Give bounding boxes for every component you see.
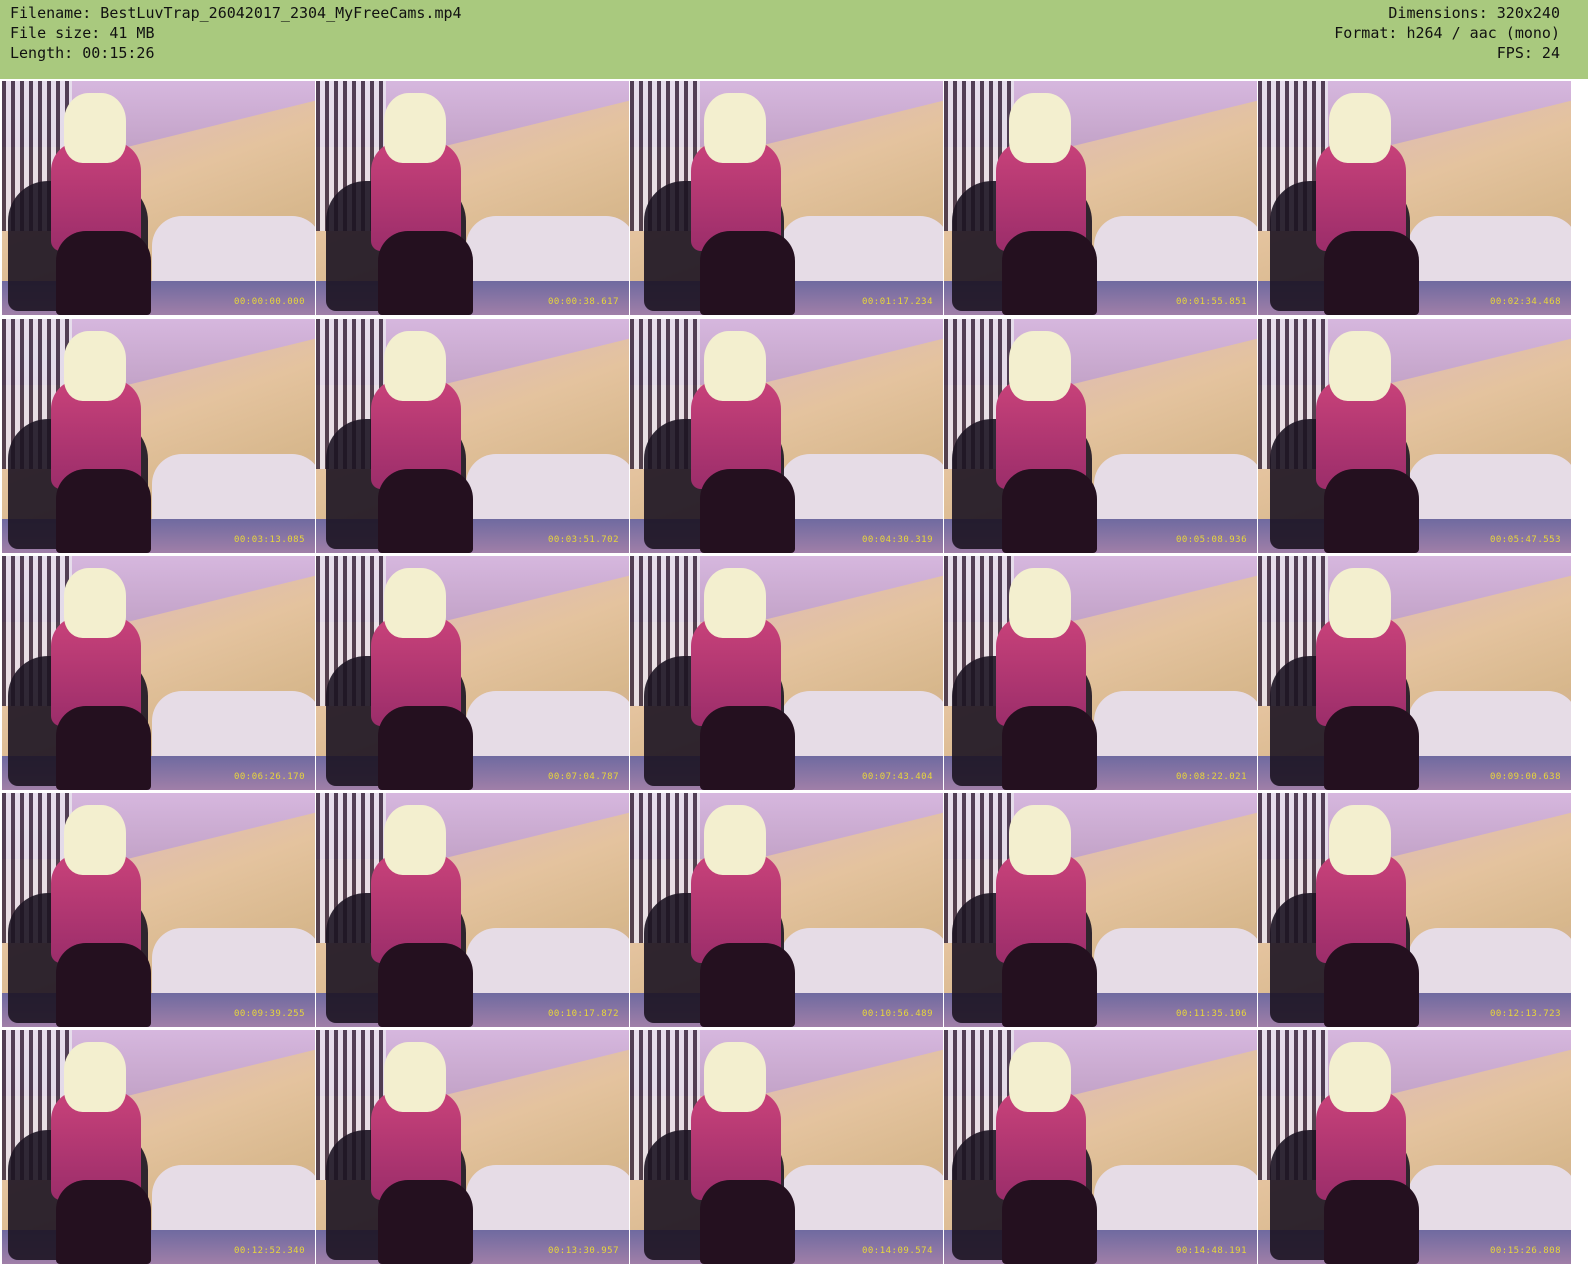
video-thumbnail: 00:06:26.170: [2, 556, 315, 790]
video-thumbnail: 00:09:39.255: [2, 793, 315, 1027]
video-thumbnail: 00:15:26.808: [1258, 1030, 1571, 1264]
thumbnail-timestamp: 00:04:30.319: [861, 535, 933, 545]
video-thumbnail: 00:07:04.787: [316, 556, 629, 790]
video-thumbnail: 00:12:13.723: [1258, 793, 1571, 1027]
thumbnail-timestamp: 00:03:13.085: [233, 535, 305, 545]
video-thumbnail: 00:14:09.574: [630, 1030, 943, 1264]
video-thumbnail: 00:05:47.553: [1258, 319, 1571, 553]
info-left: Filename: BestLuvTrap_26042017_2304_MyFr…: [10, 3, 462, 63]
thumbnail-timestamp: 00:14:48.191: [1175, 1246, 1247, 1256]
info-header: Filename: BestLuvTrap_26042017_2304_MyFr…: [0, 0, 1588, 79]
video-thumbnail: 00:05:08.936: [944, 319, 1257, 553]
video-thumbnail: 00:10:17.872: [316, 793, 629, 1027]
thumbnail-timestamp: 00:05:47.553: [1489, 535, 1561, 545]
thumbnail-timestamp: 00:09:00.638: [1489, 772, 1561, 782]
thumbnail-timestamp: 00:03:51.702: [547, 535, 619, 545]
video-thumbnail: 00:03:13.085: [2, 319, 315, 553]
video-thumbnail: 00:11:35.106: [944, 793, 1257, 1027]
dimensions-text: Dimensions: 320x240: [1388, 4, 1560, 22]
thumbnail-timestamp: 00:07:43.404: [861, 772, 933, 782]
video-thumbnail: 00:00:38.617: [316, 81, 629, 315]
thumbnail-timestamp: 00:06:26.170: [233, 772, 305, 782]
video-thumbnail: 00:14:48.191: [944, 1030, 1257, 1264]
thumbnail-timestamp: 00:15:26.808: [1489, 1246, 1561, 1256]
video-thumbnail: 00:08:22.021: [944, 556, 1257, 790]
filename-text: Filename: BestLuvTrap_26042017_2304_MyFr…: [10, 4, 462, 22]
thumbnail-timestamp: 00:10:56.489: [861, 1009, 933, 1019]
video-thumbnail: 00:10:56.489: [630, 793, 943, 1027]
thumbnail-timestamp: 00:12:52.340: [233, 1246, 305, 1256]
thumbnail-timestamp: 00:01:17.234: [861, 297, 933, 307]
thumbnail-timestamp: 00:10:17.872: [547, 1009, 619, 1019]
thumbnail-timestamp: 00:09:39.255: [233, 1009, 305, 1019]
video-thumbnail: 00:00:00.000: [2, 81, 315, 315]
thumbnail-timestamp: 00:00:00.000: [233, 297, 305, 307]
video-thumbnail: 00:04:30.319: [630, 319, 943, 553]
video-thumbnail: 00:01:55.851: [944, 81, 1257, 315]
video-thumbnail: 00:09:00.638: [1258, 556, 1571, 790]
video-thumbnail: 00:01:17.234: [630, 81, 943, 315]
video-thumbnail: 00:03:51.702: [316, 319, 629, 553]
thumbnail-timestamp: 00:05:08.936: [1175, 535, 1247, 545]
video-thumbnail: 00:13:30.957: [316, 1030, 629, 1264]
fps-text: FPS: 24: [1496, 44, 1560, 62]
thumbnail-timestamp: 00:13:30.957: [547, 1246, 619, 1256]
thumbnail-timestamp: 00:12:13.723: [1489, 1009, 1561, 1019]
format-text: Format: h264 / aac (mono): [1334, 24, 1560, 42]
thumbnail-timestamp: 00:02:34.468: [1489, 297, 1561, 307]
thumbnail-timestamp: 00:07:04.787: [547, 772, 619, 782]
thumbnail-timestamp: 00:01:55.851: [1175, 297, 1247, 307]
info-right: Dimensions: 320x240 Format: h264 / aac (…: [1334, 3, 1560, 63]
thumbnail-timestamp: 00:00:38.617: [547, 297, 619, 307]
filesize-text: File size: 41 MB: [10, 24, 155, 42]
video-thumbnail: 00:12:52.340: [2, 1030, 315, 1264]
thumbnail-timestamp: 00:14:09.574: [861, 1246, 933, 1256]
video-thumbnail: 00:07:43.404: [630, 556, 943, 790]
video-thumbnail: 00:02:34.468: [1258, 81, 1571, 315]
length-text: Length: 00:15:26: [10, 44, 155, 62]
thumbnail-timestamp: 00:08:22.021: [1175, 772, 1247, 782]
thumbnail-timestamp: 00:11:35.106: [1175, 1009, 1247, 1019]
